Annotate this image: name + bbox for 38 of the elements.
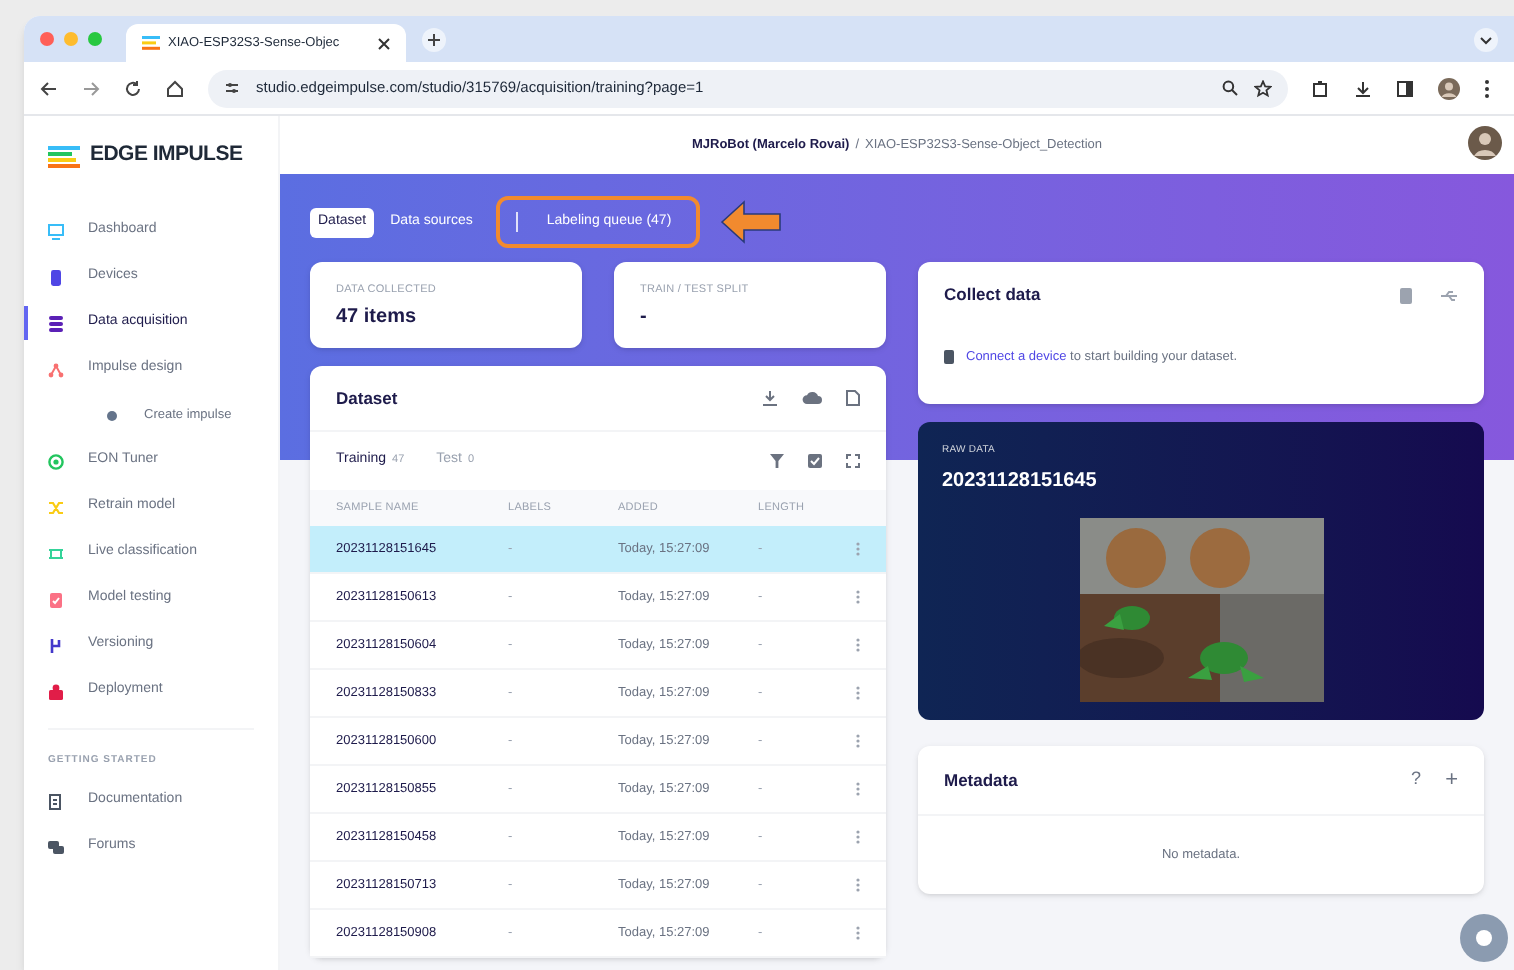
chevron-down-icon[interactable] [1474, 27, 1498, 51]
back-icon[interactable] [40, 79, 58, 97]
document-icon [48, 793, 64, 809]
close-icon[interactable] [378, 37, 390, 49]
arrow-icon [719, 200, 782, 244]
card-title: Dataset [336, 385, 400, 411]
zoom-icon[interactable] [1222, 80, 1238, 96]
logo-icon [142, 36, 160, 50]
side-panel-icon[interactable] [1396, 79, 1414, 97]
usb-icon[interactable] [1440, 289, 1458, 301]
download-icon[interactable] [1354, 79, 1372, 97]
reload-icon[interactable] [124, 79, 142, 97]
new-tab-icon[interactable] [422, 27, 446, 51]
star-icon[interactable] [1254, 79, 1272, 97]
device-icon [944, 350, 954, 365]
card-title: Collect data [944, 282, 1043, 308]
avatar-icon[interactable] [1438, 77, 1460, 99]
stat-value: 47 items [336, 304, 419, 333]
chat-icon [48, 839, 64, 855]
checkbox-icon[interactable] [808, 454, 822, 468]
card-title: Metadata [944, 767, 1020, 793]
avatar-icon[interactable] [1468, 126, 1502, 160]
cloud-icon[interactable] [802, 390, 822, 404]
more-icon[interactable] [1484, 79, 1490, 97]
stat-value: - [640, 304, 649, 333]
filter-icon[interactable] [770, 454, 784, 468]
expand-icon[interactable] [846, 454, 860, 468]
file-icon[interactable] [846, 390, 860, 406]
device-icon[interactable] [1400, 287, 1412, 303]
add-button[interactable]: + [1445, 763, 1458, 797]
help-button[interactable]: ? [1411, 766, 1422, 794]
extensions-icon[interactable] [1312, 79, 1330, 97]
home-icon[interactable] [166, 79, 184, 97]
logo-text: EDGE IMPULSE [90, 140, 243, 171]
logo-icon [48, 145, 80, 167]
site-settings-icon[interactable] [224, 80, 240, 96]
sample-name: 20231128151645 [942, 467, 1099, 495]
forward-icon[interactable] [82, 79, 100, 97]
